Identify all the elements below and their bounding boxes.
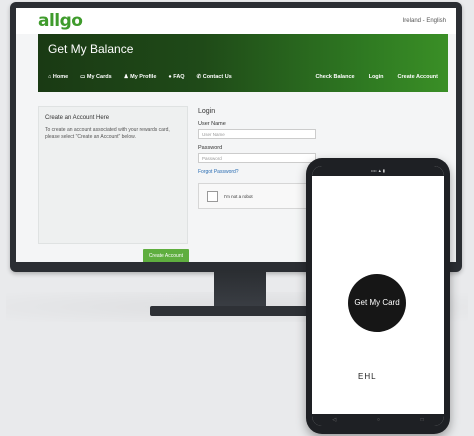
password-input[interactable]: Password (198, 153, 316, 163)
main-nav: ⌂ Home ▭ My Cards ♟ My Profile ● FAQ ✆ C… (48, 74, 438, 80)
create-account-panel: Create an Account Here To create an acco… (38, 106, 189, 262)
monitor-stand-neck (214, 270, 266, 310)
nav-my-profile[interactable]: ♟ My Profile (124, 74, 157, 80)
phone-screen: •••• ▲ ▮ Get My Card EHL ◁ ○ □ (312, 166, 444, 426)
nav-contact[interactable]: ✆ Contact Us (197, 74, 232, 80)
phone-status-bar: •••• ▲ ▮ (312, 166, 444, 176)
home-icon[interactable]: ○ (377, 417, 380, 423)
username-input[interactable]: User Name (198, 129, 316, 139)
nav-my-profile-label: My Profile (130, 74, 157, 80)
nav-faq[interactable]: ● FAQ (168, 74, 184, 80)
nav-create-account[interactable]: Create Account (398, 74, 438, 80)
back-icon[interactable]: ◁ (332, 417, 336, 423)
login-title: Login (198, 108, 216, 115)
nav-my-cards[interactable]: ▭ My Cards (80, 74, 112, 80)
nav-my-cards-label: My Cards (86, 74, 112, 80)
phone: •••• ▲ ▮ Get My Card EHL ◁ ○ □ (306, 158, 450, 434)
phone-nav-bar: ◁ ○ □ (312, 414, 444, 426)
create-account-heading: Create an Account Here (45, 115, 110, 121)
banner: Get My Balance ⌂ Home ▭ My Cards ♟ My Pr… (38, 34, 448, 92)
ehl-logo: EHL (358, 372, 377, 381)
nav-faq-label: FAQ (173, 74, 185, 80)
app-logo-text: Get My Card (354, 298, 400, 307)
top-bar: allgo Ireland - English (16, 8, 456, 34)
create-account-text: To create an account associated with you… (45, 127, 170, 140)
captcha-checkbox[interactable] (207, 190, 218, 202)
captcha-widget: I'm not a robot (198, 183, 316, 209)
monitor-stand-base (150, 306, 330, 316)
create-account-button[interactable]: Create Account (142, 249, 189, 262)
nav-home[interactable]: ⌂ Home (48, 74, 68, 80)
page-title: Get My Balance (48, 42, 134, 56)
username-label: User Name (198, 121, 226, 127)
password-label: Password (198, 145, 223, 151)
app-logo-circle[interactable]: Get My Card (348, 274, 406, 332)
nav-check-balance[interactable]: Check Balance (315, 74, 354, 80)
brand-logo[interactable]: allgo (38, 11, 83, 31)
recents-icon[interactable]: □ (421, 417, 424, 423)
nav-login[interactable]: Login (369, 74, 384, 80)
nav-home-label: Home (52, 74, 69, 80)
language-selector[interactable]: Ireland - English (403, 18, 446, 24)
nav-contact-label: Contact Us (202, 74, 232, 80)
captcha-label: I'm not a robot (224, 193, 253, 199)
